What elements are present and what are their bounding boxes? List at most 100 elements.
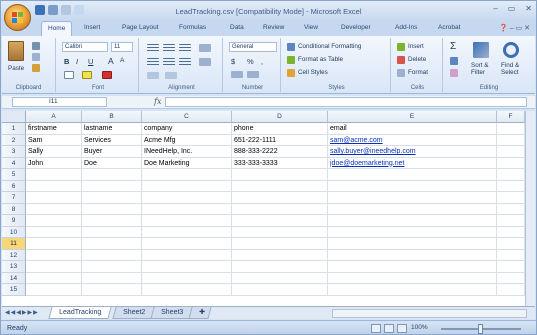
cell-b12[interactable] (82, 249, 142, 261)
vertical-scrollbar[interactable] (525, 111, 535, 306)
cell-d7[interactable] (232, 192, 328, 204)
cell-a6[interactable] (26, 180, 82, 192)
cell-e14[interactable] (328, 272, 497, 284)
tab-developer[interactable]: Developer (341, 24, 371, 31)
cut-icon[interactable] (32, 42, 40, 50)
insert-sheet-tab[interactable]: ✚ (188, 307, 212, 319)
align-center-icon[interactable] (163, 58, 175, 66)
cell-e15[interactable] (328, 284, 497, 296)
align-bottom-icon[interactable] (179, 44, 191, 52)
page-layout-view-button[interactable] (384, 324, 394, 333)
cell-f3[interactable] (497, 146, 525, 158)
find-select-button-line2[interactable]: Select (501, 69, 519, 76)
cell-a3[interactable]: Sally (26, 146, 82, 158)
cell-f11[interactable] (497, 238, 525, 250)
comma-button[interactable]: , (261, 57, 263, 66)
format-as-table-button[interactable]: Format as Table (298, 56, 343, 63)
cell-b7[interactable] (82, 192, 142, 204)
tab-insert[interactable]: Insert (84, 24, 100, 31)
cell-e1[interactable]: email (328, 123, 497, 135)
tab-review[interactable]: Review (263, 24, 284, 31)
cell-e6[interactable] (328, 180, 497, 192)
cell-b6[interactable] (82, 180, 142, 192)
row-header-11[interactable]: 11 (2, 238, 26, 250)
cell-d11[interactable] (232, 238, 328, 250)
cell-d15[interactable] (232, 284, 328, 296)
cell-e11[interactable] (328, 238, 497, 250)
cell-e9[interactable] (328, 215, 497, 227)
tab-acrobat[interactable]: Acrobat (438, 24, 460, 31)
cell-e3[interactable]: sally.buyer@ineedhelp.com (328, 146, 497, 158)
cell-d2[interactable]: 651-222-1111 (232, 134, 328, 146)
cell-b1[interactable]: lastname (82, 123, 142, 135)
column-header-b[interactable]: B (82, 111, 142, 123)
normal-view-button[interactable] (371, 324, 381, 333)
tab-add-ins[interactable]: Add-Ins (395, 24, 417, 31)
row-header-14[interactable]: 14 (2, 272, 26, 284)
cell-e12[interactable] (328, 249, 497, 261)
zoom-slider-handle[interactable] (478, 324, 483, 334)
cell-d1[interactable]: phone (232, 123, 328, 135)
cell-d6[interactable] (232, 180, 328, 192)
cell-b2[interactable]: Services (82, 134, 142, 146)
cell-a14[interactable] (26, 272, 82, 284)
cell-f14[interactable] (497, 272, 525, 284)
cell-d4[interactable]: 333-333-3333 (232, 157, 328, 169)
row-header-5[interactable]: 5 (2, 169, 26, 181)
cell-c15[interactable] (142, 284, 232, 296)
cell-f8[interactable] (497, 203, 525, 215)
close-button[interactable]: ✕ (525, 4, 532, 13)
merge-center-icon[interactable] (199, 58, 211, 66)
tab-page-layout[interactable]: Page Layout (122, 24, 159, 31)
cell-d3[interactable]: 888-333-2222 (232, 146, 328, 158)
cell-e5[interactable] (328, 169, 497, 181)
sheet-tab-sheet3[interactable]: Sheet3 (150, 307, 194, 319)
cell-c7[interactable] (142, 192, 232, 204)
column-header-d[interactable]: D (232, 111, 328, 123)
decrease-decimal-icon[interactable] (247, 71, 259, 78)
cell-f2[interactable] (497, 134, 525, 146)
cell-f10[interactable] (497, 226, 525, 238)
column-header-a[interactable]: A (26, 111, 82, 123)
bold-button[interactable]: B (64, 57, 69, 66)
percent-button[interactable]: % (247, 57, 254, 66)
cell-c12[interactable] (142, 249, 232, 261)
column-header-c[interactable]: C (142, 111, 232, 123)
cell-c9[interactable] (142, 215, 232, 227)
office-button[interactable] (4, 4, 31, 31)
cell-c13[interactable] (142, 261, 232, 273)
paste-button[interactable]: Paste (8, 65, 24, 72)
row-header-15[interactable]: 15 (2, 284, 26, 296)
cell-a2[interactable]: Sam (26, 134, 82, 146)
cell-c1[interactable]: company (142, 123, 232, 135)
cell-b14[interactable] (82, 272, 142, 284)
autosum-button[interactable]: Σ (450, 41, 456, 52)
number-format-select[interactable]: General (229, 42, 277, 52)
tab-home[interactable]: Home (41, 21, 73, 36)
cell-a7[interactable] (26, 192, 82, 204)
cell-b8[interactable] (82, 203, 142, 215)
cell-a15[interactable] (26, 284, 82, 296)
font-size-select[interactable]: 11 (111, 42, 133, 52)
cell-d5[interactable] (232, 169, 328, 181)
cell-c6[interactable] (142, 180, 232, 192)
cell-b4[interactable]: Doe (82, 157, 142, 169)
cell-b11[interactable] (82, 238, 142, 250)
tab-data[interactable]: Data (230, 24, 244, 31)
row-header-10[interactable]: 10 (2, 226, 26, 238)
cell-d14[interactable] (232, 272, 328, 284)
currency-button[interactable]: $ (231, 57, 235, 66)
font-color-icon[interactable] (102, 71, 112, 79)
format-cells-button[interactable]: Format (408, 69, 428, 76)
page-break-view-button[interactable] (397, 324, 407, 333)
row-header-2[interactable]: 2 (2, 134, 26, 146)
row-header-13[interactable]: 13 (2, 261, 26, 273)
cell-a4[interactable]: John (26, 157, 82, 169)
borders-icon[interactable] (64, 71, 74, 79)
insert-function-button[interactable]: fx (154, 97, 161, 106)
cell-d12[interactable] (232, 249, 328, 261)
cell-b10[interactable] (82, 226, 142, 238)
cell-d9[interactable] (232, 215, 328, 227)
cell-f9[interactable] (497, 215, 525, 227)
delete-cells-button[interactable]: Delete (408, 56, 426, 63)
